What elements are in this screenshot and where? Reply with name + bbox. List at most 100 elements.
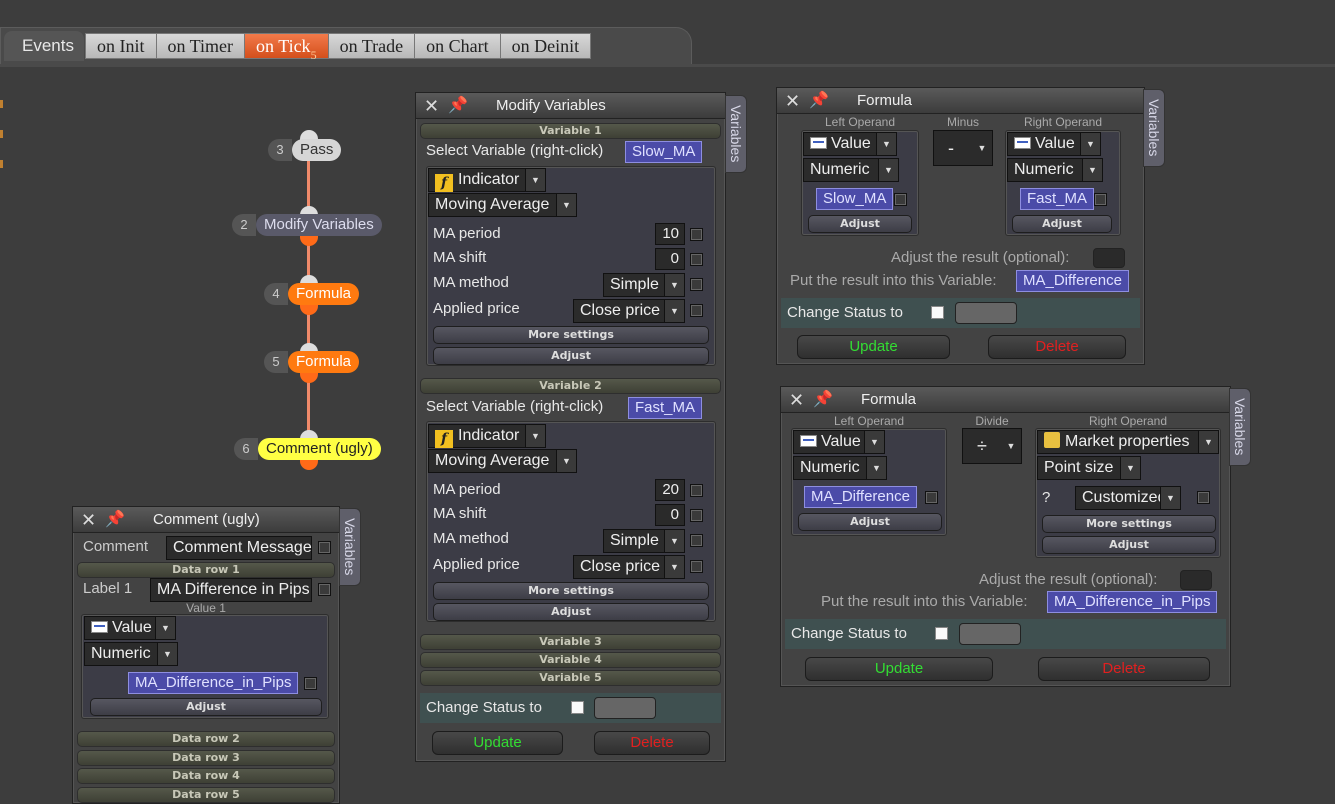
ma-period-checkbox[interactable] bbox=[690, 484, 703, 497]
variables-side-tab[interactable]: Variables bbox=[1143, 89, 1165, 167]
adjust-button[interactable]: Adjust bbox=[798, 513, 942, 531]
more-settings-button[interactable]: More settings bbox=[433, 582, 709, 600]
tab-on-trade[interactable]: on Trade bbox=[328, 33, 416, 59]
ma-method-checkbox[interactable] bbox=[690, 278, 703, 291]
left-operand-checkbox[interactable] bbox=[894, 193, 907, 206]
update-button[interactable]: Update bbox=[797, 335, 950, 359]
label-1-checkbox[interactable] bbox=[318, 583, 331, 596]
variables-side-tab[interactable]: Variables bbox=[725, 95, 747, 173]
ma-method-checkbox[interactable] bbox=[690, 534, 703, 547]
variable-3-header[interactable]: Variable 3 bbox=[420, 634, 721, 650]
node-output-connector[interactable] bbox=[300, 305, 318, 315]
close-icon[interactable]: ✕ bbox=[785, 88, 800, 114]
applied-price-dropdown[interactable]: Close price ▼ bbox=[573, 555, 685, 579]
ma-period-checkbox[interactable] bbox=[690, 228, 703, 241]
value-kind-dropdown[interactable]: Numeric ▼ bbox=[84, 642, 178, 666]
data-row-2-header[interactable]: Data row 2 bbox=[77, 731, 335, 747]
result-variable[interactable]: MA_Difference_in_Pips bbox=[1047, 591, 1218, 613]
data-row-5-header[interactable]: Data row 5 bbox=[77, 787, 335, 803]
type-dropdown[interactable]: f Indicator ▼ bbox=[428, 424, 546, 448]
close-icon[interactable]: ✕ bbox=[81, 507, 96, 533]
operator-dropdown[interactable]: ÷ ▼ bbox=[962, 428, 1022, 464]
comment-checkbox[interactable] bbox=[318, 541, 331, 554]
adjust-button[interactable]: Adjust bbox=[1042, 536, 1216, 554]
symbol-dropdown[interactable]: Customized ▼ bbox=[1075, 486, 1181, 510]
data-row-3-header[interactable]: Data row 3 bbox=[77, 750, 335, 766]
tab-on-init[interactable]: on Init bbox=[85, 33, 157, 59]
adjust-result-box[interactable] bbox=[1093, 248, 1125, 268]
change-status-checkbox[interactable] bbox=[571, 701, 584, 714]
variable-1-name[interactable]: Slow_MA bbox=[625, 141, 703, 163]
comment-message-field[interactable]: Comment Message bbox=[166, 536, 312, 560]
status-color-box[interactable] bbox=[594, 697, 656, 719]
ma-shift-input[interactable]: 0 bbox=[655, 504, 685, 526]
window-titlebar[interactable]: ✕ 📌 Formula bbox=[781, 387, 1230, 413]
change-status-checkbox[interactable] bbox=[931, 306, 944, 319]
left-operand-variable[interactable]: MA_Difference bbox=[804, 486, 917, 508]
operand-type-dropdown[interactable]: Value ▼ bbox=[793, 430, 885, 454]
ma-shift-checkbox[interactable] bbox=[690, 253, 703, 266]
window-titlebar[interactable]: ✕ 📌 Modify Variables bbox=[416, 93, 725, 119]
adjust-result-box[interactable] bbox=[1180, 570, 1212, 590]
tab-on-chart[interactable]: on Chart bbox=[415, 33, 501, 59]
node-output-connector[interactable] bbox=[300, 373, 318, 383]
variable-4-header[interactable]: Variable 4 bbox=[420, 652, 721, 668]
variables-side-tab[interactable]: Variables bbox=[339, 508, 361, 586]
type-dropdown[interactable]: f Indicator ▼ bbox=[428, 168, 546, 192]
tab-on-tick[interactable]: on Tick5 bbox=[245, 33, 329, 62]
label-1-field[interactable]: MA Difference in Pips bbox=[150, 578, 312, 602]
adjust-button[interactable]: Adjust bbox=[1012, 215, 1112, 233]
variable-5-header[interactable]: Variable 5 bbox=[420, 670, 721, 686]
left-operand-checkbox[interactable] bbox=[925, 491, 938, 504]
delete-button[interactable]: Delete bbox=[988, 335, 1126, 359]
value-1-checkbox[interactable] bbox=[304, 677, 317, 690]
result-variable[interactable]: MA_Difference bbox=[1016, 270, 1129, 292]
right-operand-checkbox[interactable] bbox=[1094, 193, 1107, 206]
delete-button[interactable]: Delete bbox=[1038, 657, 1210, 681]
ma-period-input[interactable]: 20 bbox=[655, 479, 685, 501]
ma-shift-input[interactable]: 0 bbox=[655, 248, 685, 270]
tab-on-timer[interactable]: on Timer bbox=[156, 33, 246, 59]
ma-period-input[interactable]: 10 bbox=[655, 223, 685, 245]
left-operand-variable[interactable]: Slow_MA bbox=[816, 188, 894, 210]
status-color-box[interactable] bbox=[959, 623, 1021, 645]
market-property-dropdown[interactable]: Point size ▼ bbox=[1037, 456, 1141, 480]
close-icon[interactable]: ✕ bbox=[424, 93, 439, 119]
adjust-button[interactable]: Adjust bbox=[433, 347, 709, 365]
applied-price-dropdown[interactable]: Close price ▼ bbox=[573, 299, 685, 323]
applied-price-checkbox[interactable] bbox=[690, 304, 703, 317]
flow-node-formula-5[interactable]: 5 Formula bbox=[264, 351, 369, 373]
value-kind-dropdown[interactable]: Numeric ▼ bbox=[793, 456, 887, 480]
adjust-button[interactable]: Adjust bbox=[90, 698, 322, 716]
operand-type-dropdown[interactable]: Value ▼ bbox=[1007, 132, 1101, 156]
pin-icon[interactable]: 📌 bbox=[448, 93, 468, 119]
variable-2-header[interactable]: Variable 2 bbox=[420, 378, 721, 394]
update-button[interactable]: Update bbox=[805, 657, 993, 681]
window-titlebar[interactable]: ✕ 📌 Formula bbox=[777, 88, 1144, 114]
node-output-connector[interactable] bbox=[300, 460, 318, 470]
window-titlebar[interactable]: ✕ 📌 Comment (ugly) bbox=[73, 507, 339, 533]
adjust-button[interactable]: Adjust bbox=[433, 603, 709, 621]
pin-icon[interactable]: 📌 bbox=[813, 387, 833, 413]
node-output-connector[interactable] bbox=[300, 236, 318, 246]
variable-2-name[interactable]: Fast_MA bbox=[628, 397, 703, 419]
delete-button[interactable]: Delete bbox=[594, 731, 710, 755]
variable-1-header[interactable]: Variable 1 bbox=[420, 123, 721, 139]
right-operand-variable[interactable]: Fast_MA bbox=[1020, 188, 1095, 210]
close-icon[interactable]: ✕ bbox=[789, 387, 804, 413]
indicator-dropdown[interactable]: Moving Average ▼ bbox=[428, 193, 577, 217]
ma-method-dropdown[interactable]: Simple ▼ bbox=[603, 529, 685, 553]
status-color-box[interactable] bbox=[955, 302, 1017, 324]
update-button[interactable]: Update bbox=[432, 731, 563, 755]
data-row-1-header[interactable]: Data row 1 bbox=[77, 562, 335, 578]
flow-node-modify-variables[interactable]: 2 Modify Variables bbox=[232, 214, 392, 236]
pin-icon[interactable]: 📌 bbox=[105, 507, 125, 533]
operand-type-dropdown[interactable]: Value ▼ bbox=[803, 132, 897, 156]
adjust-button[interactable]: Adjust bbox=[808, 215, 912, 233]
flow-node-pass[interactable]: 3 Pass bbox=[268, 139, 351, 161]
data-row-4-header[interactable]: Data row 4 bbox=[77, 768, 335, 784]
ma-shift-checkbox[interactable] bbox=[690, 509, 703, 522]
symbol-checkbox[interactable] bbox=[1197, 491, 1210, 504]
operator-dropdown[interactable]: - ▼ bbox=[933, 130, 993, 166]
more-settings-button[interactable]: More settings bbox=[433, 326, 709, 344]
